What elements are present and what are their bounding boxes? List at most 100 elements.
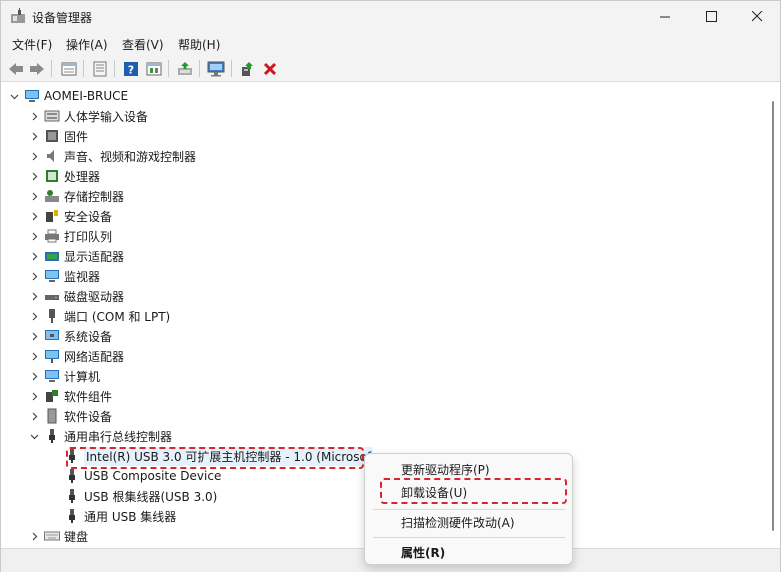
toolbar-separator — [168, 60, 169, 77]
title-bar[interactable]: 设备管理器 — [1, 1, 780, 32]
menu-file[interactable]: 文件(F) — [11, 36, 53, 53]
chevron-down-icon[interactable] — [28, 426, 40, 446]
chevron-right-icon[interactable] — [28, 206, 40, 226]
menu-scan-hardware[interactable]: 扫描检测硬件改动(A) — [401, 514, 515, 531]
category-label: 键盘 — [64, 529, 89, 544]
chevron-right-icon[interactable] — [28, 106, 40, 126]
menu-uninstall-device[interactable]: 卸载设备(U) — [401, 484, 467, 501]
forward-button[interactable] — [27, 59, 46, 78]
selected-device-highlight — [66, 447, 364, 469]
category-label: 人体学输入设备 — [64, 109, 149, 124]
storage-icon — [44, 188, 60, 204]
chevron-right-icon[interactable] — [28, 226, 40, 246]
software-device-icon — [44, 408, 60, 424]
chevron-right-icon[interactable] — [28, 286, 40, 306]
update-driver-button[interactable] — [175, 59, 194, 78]
menu-view[interactable]: 查看(V) — [121, 36, 165, 53]
maximize-button[interactable] — [688, 1, 734, 32]
hid-icon — [44, 108, 60, 124]
menu-separator — [373, 509, 565, 510]
tree-category[interactable]: 存储控制器 — [28, 186, 124, 206]
chevron-right-icon[interactable] — [28, 126, 40, 146]
add-driver-icon — [241, 61, 253, 76]
window-title: 设备管理器 — [32, 11, 93, 25]
tree-category[interactable]: 监视器 — [28, 266, 100, 286]
minimize-button[interactable] — [642, 1, 688, 32]
computer-name: AOMEI-BRUCE — [44, 89, 129, 103]
chevron-right-icon[interactable] — [28, 366, 40, 386]
chevron-down-icon[interactable] — [8, 86, 20, 106]
computer-icon — [44, 368, 60, 384]
driver-details-button[interactable] — [90, 59, 109, 78]
computer-icon — [24, 88, 40, 104]
tree-category[interactable]: 网络适配器 — [28, 346, 124, 366]
chevron-right-icon[interactable] — [28, 146, 40, 166]
forward-arrow-icon — [29, 62, 44, 75]
category-label: 软件组件 — [64, 389, 113, 404]
system-device-icon — [44, 328, 60, 344]
toolbar: ? — [1, 55, 780, 82]
menu-properties[interactable]: 属性(R) — [401, 544, 445, 561]
tree-category[interactable]: 软件组件 — [28, 386, 112, 406]
tree-root[interactable]: AOMEI-BRUCE — [8, 86, 128, 106]
chevron-right-icon[interactable] — [28, 526, 40, 546]
chevron-right-icon[interactable] — [28, 186, 40, 206]
tree-category[interactable]: 固件 — [28, 126, 88, 146]
tree-category[interactable]: 计算机 — [28, 366, 100, 386]
usb-device[interactable]: USB 根集线器(USB 3.0) — [60, 486, 217, 506]
category-label: 磁盘驱动器 — [64, 289, 125, 304]
tree-category[interactable]: 系统设备 — [28, 326, 112, 346]
vertical-scrollbar-thumb[interactable] — [772, 101, 774, 531]
tree-category[interactable]: 打印队列 — [28, 226, 112, 246]
add-driver-button[interactable] — [237, 59, 256, 78]
chevron-right-icon[interactable] — [28, 326, 40, 346]
menu-help[interactable]: 帮助(H) — [177, 36, 221, 53]
usb-device[interactable]: 通用 USB 集线器 — [60, 506, 176, 526]
software-component-icon — [44, 388, 60, 404]
back-arrow-icon — [8, 62, 23, 75]
scan-hardware-button[interactable] — [206, 59, 225, 78]
category-label: 通用串行总线控制器 — [64, 429, 173, 444]
tree-category[interactable]: 端口 (COM 和 LPT) — [28, 306, 170, 326]
chevron-right-icon[interactable] — [28, 406, 40, 426]
usb-icon — [44, 428, 60, 444]
tree-category[interactable]: 安全设备 — [28, 206, 112, 226]
scan-hardware-icon — [207, 61, 224, 76]
monitor-icon — [44, 268, 60, 284]
chevron-right-icon[interactable] — [28, 346, 40, 366]
usb-icon — [64, 468, 80, 484]
tree-category[interactable]: 处理器 — [28, 166, 100, 186]
tree-category[interactable]: 显示适配器 — [28, 246, 124, 266]
close-button[interactable] — [734, 1, 780, 32]
category-label: 安全设备 — [64, 209, 113, 224]
processor-icon — [44, 168, 60, 184]
chevron-right-icon[interactable] — [28, 306, 40, 326]
chevron-right-icon[interactable] — [28, 266, 40, 286]
tree-category[interactable]: 软件设备 — [28, 406, 112, 426]
category-label: 处理器 — [64, 169, 101, 184]
sound-icon — [44, 148, 60, 164]
help-button[interactable]: ? — [121, 59, 140, 78]
tree-category[interactable]: 人体学输入设备 — [28, 106, 148, 126]
device-label: 通用 USB 集线器 — [84, 509, 177, 524]
properties-button[interactable] — [59, 59, 78, 78]
tree-category[interactable]: 通用串行总线控制器 — [28, 426, 172, 446]
keyboard-icon — [44, 528, 60, 544]
uninstall-button[interactable] — [260, 59, 279, 78]
chevron-right-icon[interactable] — [28, 246, 40, 266]
tree-category[interactable]: 磁盘驱动器 — [28, 286, 124, 306]
properties-icon — [61, 62, 76, 75]
toolbar-separator — [199, 60, 200, 77]
show-hidden-button[interactable] — [144, 59, 163, 78]
tree-category[interactable]: 声音、视频和游戏控制器 — [28, 146, 196, 166]
category-label: 固件 — [64, 129, 89, 144]
back-button[interactable] — [6, 59, 25, 78]
usb-device[interactable]: USB Composite Device — [60, 466, 221, 486]
chevron-right-icon[interactable] — [28, 166, 40, 186]
menu-action[interactable]: 操作(A) — [65, 36, 109, 53]
chevron-right-icon[interactable] — [28, 386, 40, 406]
menu-update-driver[interactable]: 更新驱动程序(P) — [401, 461, 490, 478]
network-adapter-icon — [44, 348, 60, 364]
tree-category-keyboard[interactable]: 键盘 — [28, 526, 88, 546]
update-driver-icon — [177, 61, 192, 75]
